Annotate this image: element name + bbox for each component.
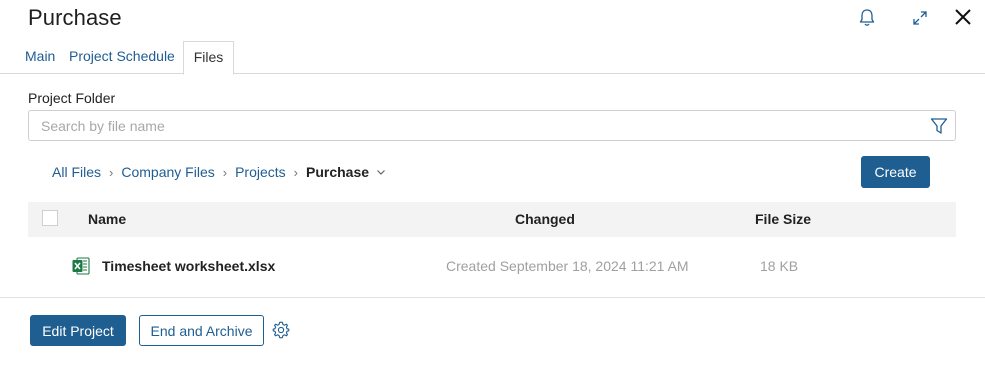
column-header-changed[interactable]: Changed xyxy=(515,211,575,227)
edit-project-button[interactable]: Edit Project xyxy=(30,315,126,346)
chevron-down-icon[interactable] xyxy=(376,167,386,177)
breadcrumb-company-files[interactable]: Company Files xyxy=(121,164,214,180)
footer-divider xyxy=(0,297,985,298)
bell-icon[interactable] xyxy=(858,8,876,28)
gear-icon[interactable] xyxy=(272,321,290,339)
tab-bar: Main Project Schedule Files xyxy=(0,41,985,75)
breadcrumb: All Files › Company Files › Projects › P… xyxy=(52,162,386,182)
breadcrumb-projects[interactable]: Projects xyxy=(235,164,286,180)
search-input[interactable] xyxy=(41,111,921,140)
table-header: Name Changed File Size xyxy=(28,202,956,237)
breadcrumb-separator-icon: › xyxy=(222,164,228,180)
tab-project-schedule[interactable]: Project Schedule xyxy=(69,41,175,74)
close-icon[interactable] xyxy=(953,7,973,27)
column-header-file-size[interactable]: File Size xyxy=(755,211,811,227)
breadcrumb-separator-icon: › xyxy=(293,164,298,180)
file-changed: Created September 18, 2024 11:21 AM xyxy=(446,258,689,274)
tab-files[interactable]: Files xyxy=(183,41,234,75)
file-size: 18 KB xyxy=(760,258,799,274)
breadcrumb-current: Purchase xyxy=(306,164,370,180)
search-box xyxy=(28,110,956,141)
end-and-archive-button[interactable]: End and Archive xyxy=(139,315,264,346)
expand-icon[interactable] xyxy=(912,10,928,26)
excel-file-icon xyxy=(72,257,90,275)
breadcrumb-all-files[interactable]: All Files xyxy=(52,164,101,180)
page-title: Purchase xyxy=(28,5,122,30)
breadcrumb-separator-icon: › xyxy=(109,164,114,180)
tab-main[interactable]: Main xyxy=(25,41,55,74)
create-button[interactable]: Create xyxy=(861,156,930,188)
select-all-checkbox[interactable] xyxy=(42,210,58,226)
column-header-name[interactable]: Name xyxy=(88,211,126,227)
filter-icon[interactable] xyxy=(930,117,948,135)
project-folder-label: Project Folder xyxy=(28,90,116,106)
file-name[interactable]: Timesheet worksheet.xlsx xyxy=(102,258,275,274)
table-row[interactable]: Timesheet worksheet.xlsx Created Septemb… xyxy=(28,237,956,295)
